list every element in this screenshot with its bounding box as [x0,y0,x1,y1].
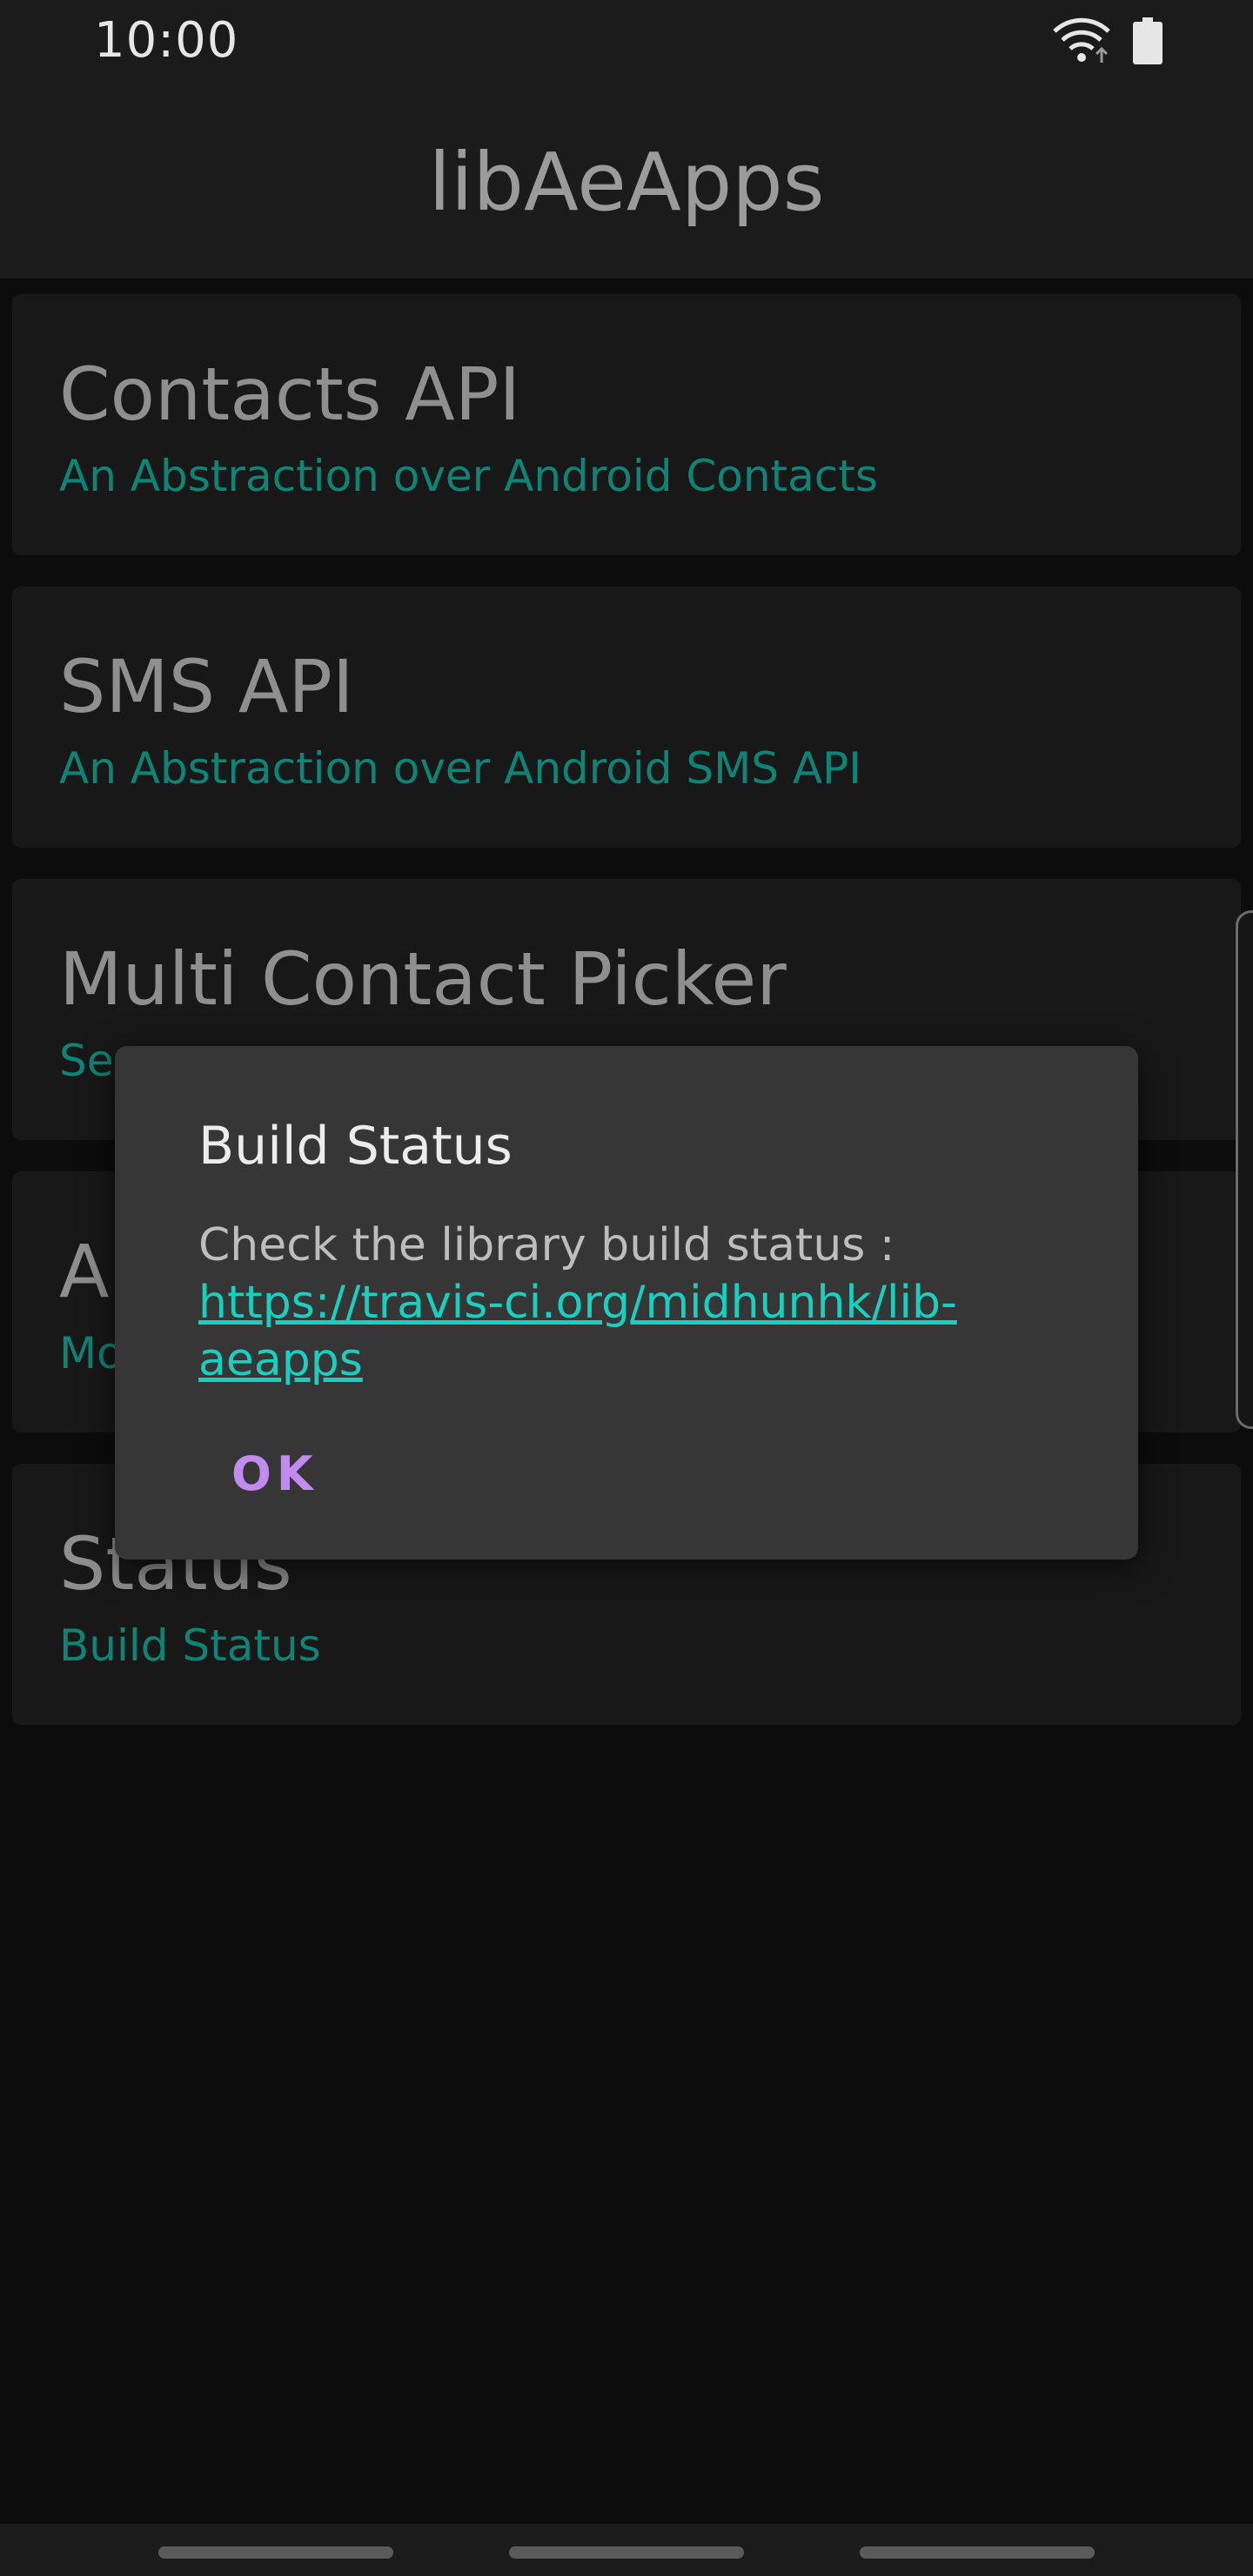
dialog-message-text: Check the library build status : [198,1219,895,1271]
navigation-bar [0,2524,1253,2576]
nav-recents-button[interactable] [158,2546,393,2559]
dialog-title: Build Status [198,1116,513,1177]
ok-button[interactable]: OK [205,1426,345,1521]
nav-back-button[interactable] [860,2546,1095,2559]
nav-home-button[interactable] [509,2546,744,2559]
dialog-message: Check the library build status : https:/… [198,1217,1077,1389]
build-status-dialog: Build Status Check the library build sta… [115,1046,1138,1560]
build-status-link[interactable]: https://travis-ci.org/midhunhk/lib-aeapp… [198,1277,957,1386]
